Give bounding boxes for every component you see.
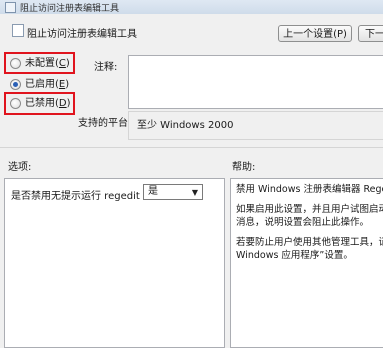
next-setting-button[interactable]: 下一 (358, 25, 383, 42)
window-title: 阻止访问注册表编辑工具 (20, 4, 120, 14)
highlight-box-disabled (4, 92, 75, 115)
policy-title: 阻止访问注册表编辑工具 (27, 29, 137, 40)
highlight-box-not-configured (4, 52, 75, 74)
help-panel[interactable]: 禁用 Windows 注册表编辑器 Regedit 如果启用此设置，并且用户试图… (230, 178, 383, 348)
help-line: 如果启用此设置，并且用户试图启动注 (236, 204, 383, 215)
comment-textarea[interactable] (128, 55, 383, 109)
platform-label: 支持的平台: (78, 118, 132, 129)
platform-value: 至少 Windows 2000 (128, 111, 383, 140)
regedit-option-select[interactable]: 是 ▼ (143, 184, 203, 200)
radio-enabled-label: 已启用(E) (25, 79, 70, 90)
options-panel: 是否禁用无提示运行 regedit ? 是 ▼ (4, 178, 225, 348)
policy-document-icon (12, 24, 24, 37)
policy-icon (5, 2, 16, 13)
chevron-down-icon: ▼ (191, 188, 198, 197)
help-line: 禁用 Windows 注册表编辑器 Regedit (236, 184, 383, 195)
radio-enabled[interactable]: 已启用(E) (10, 78, 69, 92)
window-titlebar: 阻止访问注册表编辑工具 (0, 0, 383, 15)
divider (0, 147, 383, 148)
help-line: 消息，说明设置会阻止此操作。 (236, 217, 370, 228)
comment-label: 注释: (94, 62, 118, 73)
help-line: Windows 应用程序”设置。 (236, 250, 353, 261)
help-heading: 帮助: (232, 162, 256, 173)
regedit-option-label: 是否禁用无提示运行 regedit ? (11, 191, 149, 202)
help-line: 若要防止用户使用其他管理工具，请使 (236, 237, 383, 248)
previous-setting-button[interactable]: 上一个设置(P) (278, 25, 352, 42)
options-heading: 选项: (8, 162, 32, 173)
regedit-option-value: 是 (148, 186, 158, 197)
radio-enabled-circle[interactable] (10, 78, 21, 90)
